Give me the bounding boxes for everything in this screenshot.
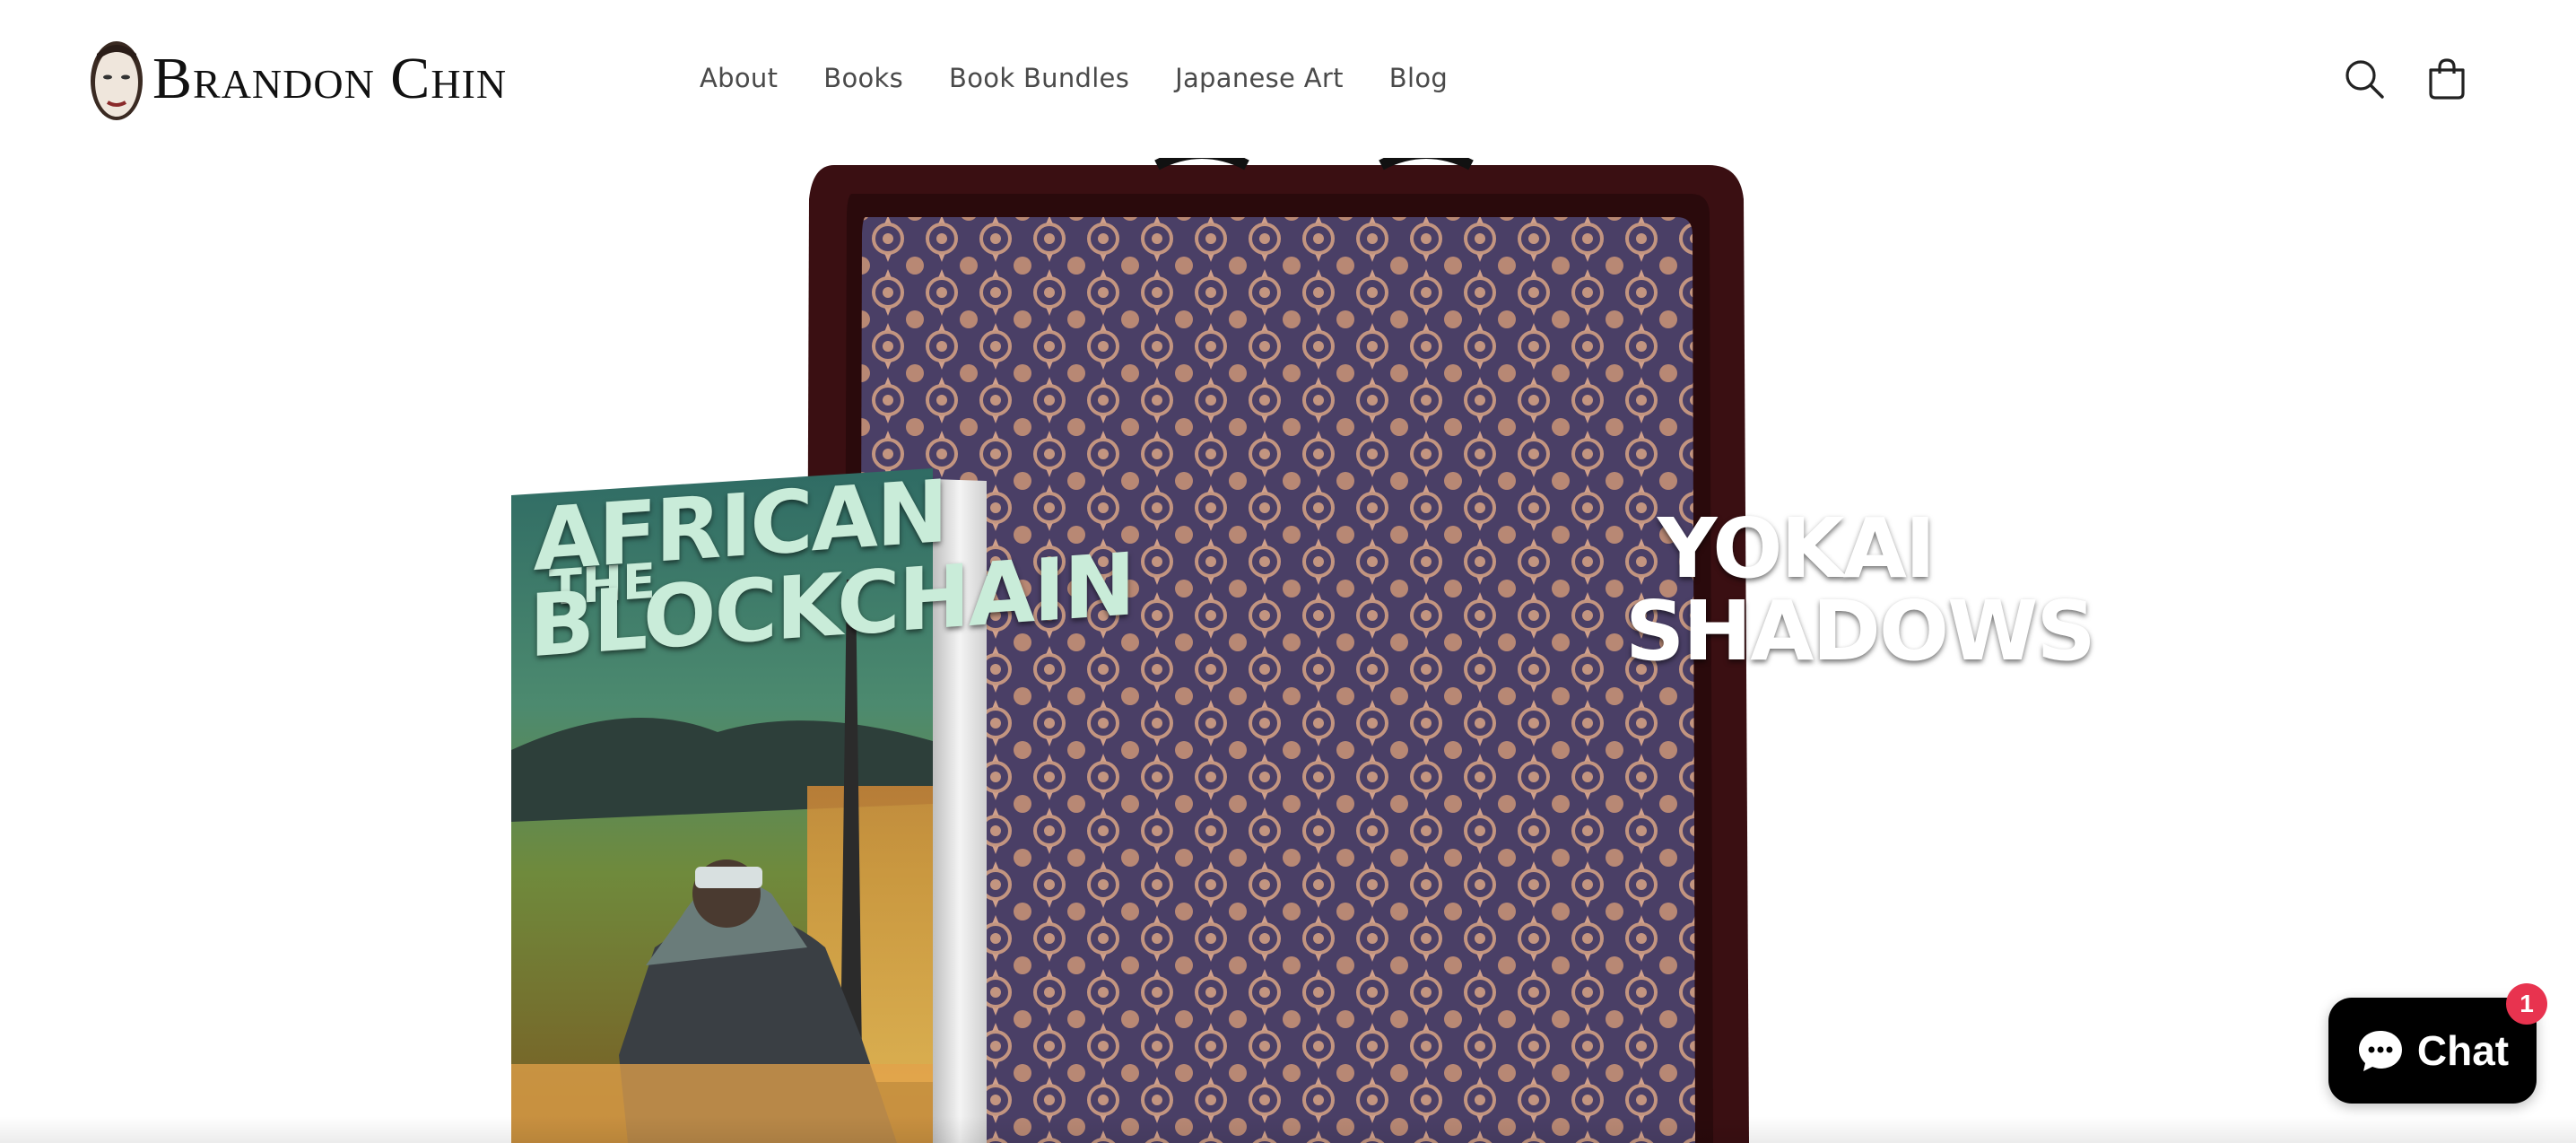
book-right-title: YOKAI SHADOWS xyxy=(1625,501,2096,679)
cart-button[interactable] xyxy=(2418,50,2476,108)
book-left-title: AFRICAN BLOCKCHAIN xyxy=(529,460,1135,677)
search-button[interactable] xyxy=(2336,50,2393,108)
chat-button[interactable]: Chat xyxy=(2328,998,2537,1104)
search-icon xyxy=(2345,60,2384,99)
chat-bubble-icon xyxy=(2358,1031,2402,1071)
chat-label: Chat xyxy=(2416,1027,2510,1074)
noh-mask-logo-icon xyxy=(91,41,143,120)
hero-banner: THE AFRICAN BLOCKCHAIN YOKAI SHADOWS xyxy=(0,158,2576,1143)
hero-image xyxy=(511,158,1749,1143)
nav-link-japanese-art[interactable]: Japanese Art xyxy=(1175,54,1344,102)
nav-link-about[interactable]: About xyxy=(700,54,778,102)
nav-link-book-bundles[interactable]: Book Bundles xyxy=(949,54,1129,102)
site-header: Brandon Chin About Books Book Bundles Ja… xyxy=(0,0,2576,158)
nav-link-books[interactable]: Books xyxy=(823,54,903,102)
brand-name: Brandon Chin xyxy=(152,46,508,111)
nav-link-blog[interactable]: Blog xyxy=(1389,54,1448,102)
chat-notification-badge: 1 xyxy=(2506,983,2547,1025)
main-nav: About Books Book Bundles Japanese Art Bl… xyxy=(700,54,1448,102)
brand-logo[interactable]: Brandon Chin xyxy=(88,32,507,126)
hero-bottom-shadow xyxy=(0,1116,2576,1143)
cart-icon xyxy=(2429,58,2465,100)
